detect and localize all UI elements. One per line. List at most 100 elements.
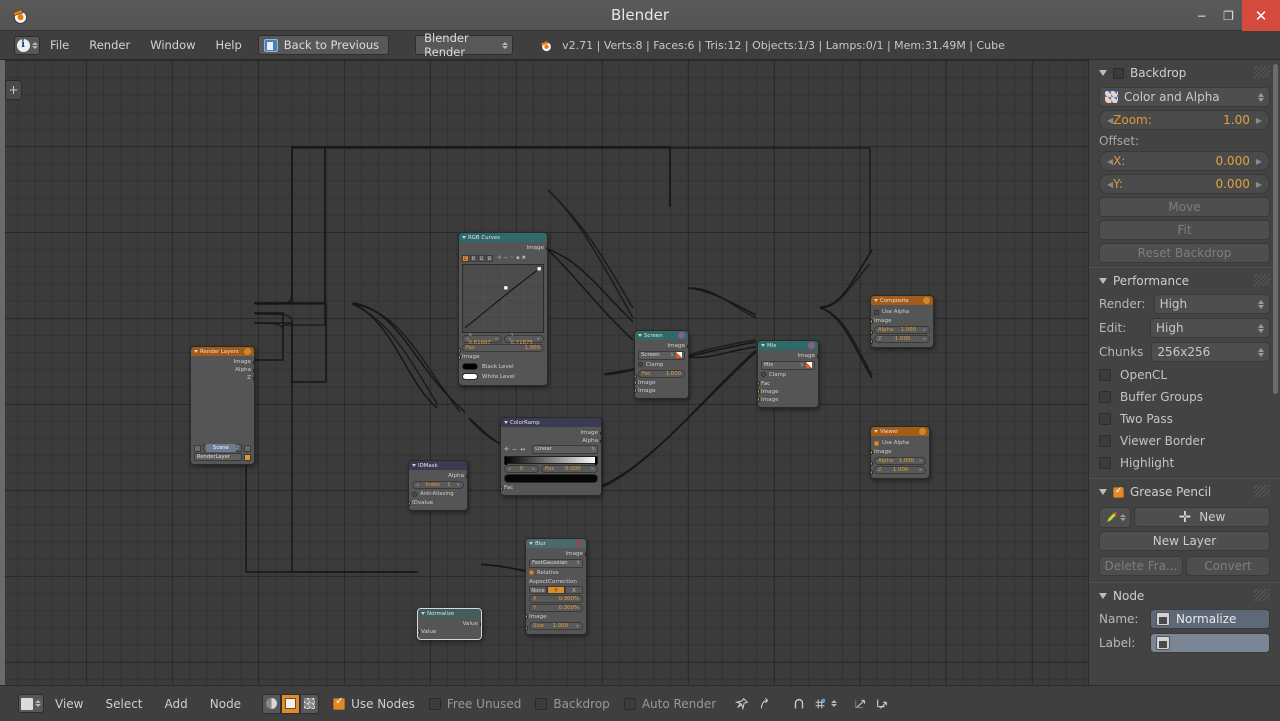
increment-arrow-icon[interactable]: ▸ <box>923 335 926 343</box>
z-field[interactable]: Z 1.000 ▸ <box>874 335 930 343</box>
node-header[interactable]: Normalize <box>418 609 481 618</box>
node-output-alpha[interactable]: Alpha <box>504 437 601 445</box>
remove-stop-icon[interactable]: − <box>512 446 517 453</box>
backdrop-enable-checkbox[interactable] <box>1113 67 1124 79</box>
move-backdrop-button[interactable]: Move <box>1099 197 1270 217</box>
node-output-alpha[interactable]: Alpha <box>194 366 254 374</box>
scene-field[interactable]: Scene 2 <box>202 444 243 452</box>
chevron-updown-icon[interactable] <box>831 700 838 707</box>
collapse-triangle-icon[interactable] <box>194 350 198 353</box>
maximize-button[interactable]: ❐ <box>1215 0 1242 31</box>
viewer-border-checkbox[interactable] <box>1099 435 1111 447</box>
buffer-groups-checkbox[interactable] <box>1099 391 1111 403</box>
free-unused-toggle[interactable]: Free Unused <box>428 697 521 711</box>
relative-checkbox[interactable] <box>529 570 534 575</box>
backdrop-offset-y-field[interactable]: ◀ Y: 0.000 ▶ <box>1099 174 1270 194</box>
scene-selector-row[interactable]: Scene 2 <box>194 444 251 452</box>
editor-type-selector[interactable]: i <box>14 35 40 55</box>
node-input-image[interactable]: Image <box>871 317 930 325</box>
pos-field[interactable]: Pos 0.000 ▸ <box>540 465 598 473</box>
menu-node[interactable]: Node <box>199 697 252 711</box>
zoom-out-icon[interactable]: − <box>503 255 507 261</box>
node-blur[interactable]: Blur Image FastGaussian ⇅ Relative Aspec… <box>525 538 587 635</box>
curve-widget[interactable] <box>462 264 544 333</box>
black-level-swatch[interactable] <box>462 363 478 370</box>
snap-magnet-icon[interactable] <box>789 693 809 714</box>
minimize-button[interactable]: − <box>1188 0 1215 31</box>
node-output-image[interactable]: Image <box>529 550 586 558</box>
index-field[interactable]: ◂ Index 1 ▸ <box>412 481 464 489</box>
node-header[interactable]: Render Layers <box>191 347 254 356</box>
node-header[interactable]: RGB Curves <box>459 233 547 242</box>
editor-type-selector[interactable] <box>18 694 44 713</box>
menu-help[interactable]: Help <box>206 31 252 60</box>
aspect-x-button[interactable]: X <box>565 585 583 594</box>
chevron-down-icon[interactable] <box>1099 70 1107 76</box>
socket-z-out[interactable] <box>252 375 254 381</box>
use-alpha-row[interactable]: Use Alpha <box>874 439 926 447</box>
alpha-field[interactable]: Alpha 1.000 ▸ <box>874 326 930 334</box>
menu-file[interactable]: File <box>40 31 79 60</box>
node-input-value[interactable]: Value <box>418 628 478 636</box>
colorramp-toolbar[interactable]: ✛ − ↔ Linear ⇅ <box>504 445 598 454</box>
socket-image-out[interactable] <box>252 359 254 365</box>
z-field[interactable]: Z 1.000 ▸ <box>874 466 926 474</box>
socket-alpha-out[interactable] <box>465 473 467 479</box>
renderlayer-selector-row[interactable]: RenderLayer <box>194 453 251 461</box>
node-normalize[interactable]: Normalize Value Value <box>417 608 482 640</box>
node-input-image[interactable]: Image <box>526 613 583 621</box>
node-label-field[interactable] <box>1150 633 1270 653</box>
backdrop-toggle[interactable]: Backdrop <box>535 697 610 711</box>
viewer-border-row[interactable]: Viewer Border <box>1099 430 1270 452</box>
socket-fac-in[interactable] <box>459 348 461 353</box>
highlight-checkbox[interactable] <box>1099 457 1111 469</box>
node-output-alpha[interactable]: Alpha <box>412 472 467 480</box>
node-render-layers[interactable]: Render Layers Image Alpha Z Scene 2 Rend… <box>190 346 255 465</box>
clamp-checkbox[interactable] <box>761 372 766 377</box>
collapse-triangle-icon[interactable] <box>421 612 425 615</box>
node-input-image[interactable]: Image <box>459 353 544 361</box>
socket-image-in[interactable] <box>526 614 528 619</box>
use-nodes-toggle[interactable]: Use Nodes <box>333 696 415 711</box>
use-alpha-checkbox[interactable] <box>874 440 879 446</box>
socket-fac-in[interactable] <box>635 373 637 379</box>
flip-ramp-icon[interactable]: ↔ <box>520 446 525 453</box>
collapse-triangle-icon[interactable] <box>638 334 642 337</box>
clamp-checkbox[interactable] <box>638 362 643 367</box>
color-swatch-icon[interactable] <box>806 362 812 369</box>
proportional-falloff-icon[interactable] <box>872 693 892 714</box>
socket-value-in[interactable] <box>418 629 420 635</box>
increment-arrow-icon[interactable]: ▶ <box>1256 157 1262 166</box>
opencl-checkbox[interactable] <box>1099 369 1111 381</box>
menu-render[interactable]: Render <box>79 31 140 60</box>
antialiasing-checkbox[interactable] <box>412 491 417 497</box>
clamp-checkbox-row[interactable]: Clamp <box>638 361 685 369</box>
grease-pencil-panel-header[interactable]: Grease Pencil <box>1099 481 1270 503</box>
socket-fac-in[interactable] <box>501 485 503 491</box>
texture-tree-icon[interactable] <box>300 693 320 714</box>
node-name-field[interactable]: Normalize <box>1150 609 1270 629</box>
node-label-row[interactable]: Label: <box>1099 631 1270 655</box>
go-parent-icon[interactable] <box>755 693 775 714</box>
size-field[interactable]: Size 1.000 ▸ <box>529 621 583 630</box>
render-engine-selector[interactable]: Blender Render <box>415 31 514 59</box>
render-quality-row[interactable]: Render: High <box>1099 292 1270 316</box>
chevron-updown-icon[interactable] <box>1119 514 1126 521</box>
backdrop-offset-x-field[interactable]: ◀ X: 0.000 ▶ <box>1099 151 1270 171</box>
grease-pencil-datablock-selector[interactable] <box>1099 507 1131 528</box>
compositor-tree-icon[interactable] <box>281 693 301 714</box>
increment-arrow-icon[interactable]: ▸ <box>919 457 922 465</box>
auto-render-checkbox[interactable] <box>623 697 636 710</box>
channel-r-button[interactable]: R <box>470 254 477 262</box>
channel-b-button[interactable]: B <box>486 254 493 262</box>
node-output-image[interactable]: Image <box>462 244 547 252</box>
blur-y-field[interactable]: Y 0.300% <box>529 603 583 612</box>
proportional-icon[interactable] <box>851 693 871 714</box>
increment-arrow-icon[interactable]: ▸ <box>591 465 594 473</box>
relative-row[interactable]: Relative <box>529 569 583 577</box>
blur-x-field[interactable]: X 0.300% <box>529 594 583 603</box>
shader-tree-icon[interactable] <box>262 693 282 714</box>
back-to-previous-button[interactable]: Back to Previous <box>257 35 390 55</box>
socket-fac-in[interactable] <box>758 381 760 386</box>
chevron-down-icon[interactable] <box>1099 489 1107 495</box>
